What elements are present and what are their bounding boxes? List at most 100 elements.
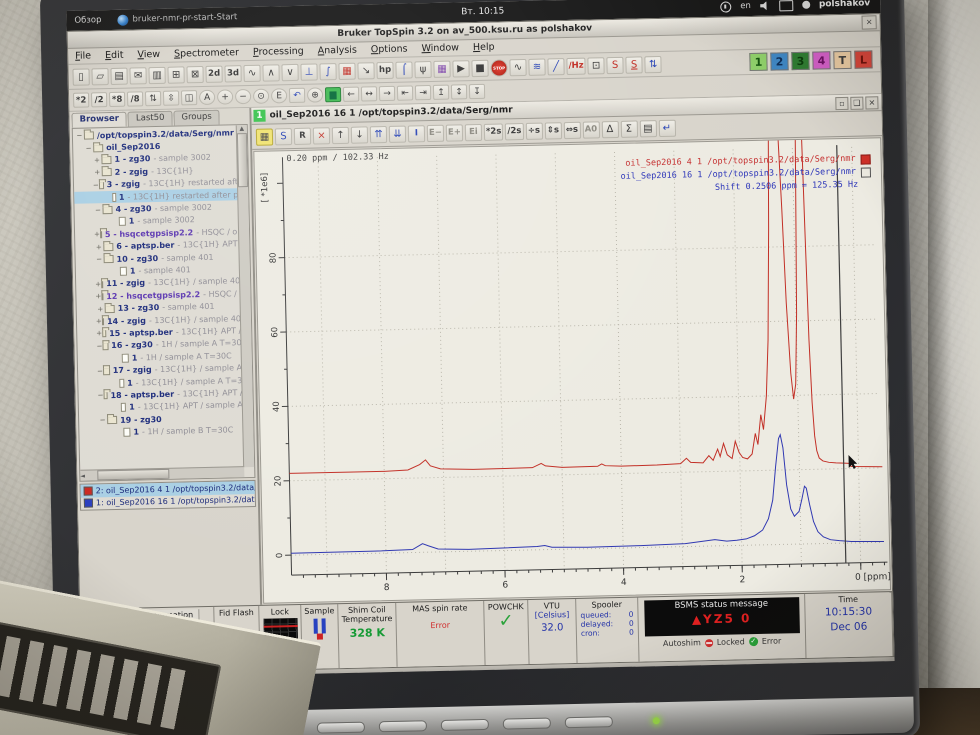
diagonal-arrow-icon[interactable]: ↘ xyxy=(357,62,374,79)
return-key-icon[interactable]: ↵ xyxy=(658,119,675,136)
spooler-panel[interactable]: Spooler queued:0 delayed:0 xyxy=(576,598,639,663)
undo-icon[interactable]: ↶ xyxy=(289,88,305,103)
zoom-region-icon[interactable]: ⊕ xyxy=(307,87,323,102)
dataset-row[interactable]: 1: oil_Sep2016 16 1 /opt/topspin3.2/data… xyxy=(81,493,255,509)
monitor-plus-button[interactable] xyxy=(502,717,550,729)
menu-item[interactable]: File xyxy=(68,50,98,62)
fit-height-icon[interactable]: ↕ xyxy=(451,84,467,99)
scale-times2s-button[interactable]: *2s xyxy=(484,123,504,140)
menu-item[interactable]: Spectrometer xyxy=(167,47,246,60)
vtu-panel[interactable]: VTU [Celsius] 32.0 xyxy=(528,599,577,664)
powchk-panel[interactable]: POWCHK ✓ xyxy=(484,600,529,665)
fid-icon[interactable]: ∿ xyxy=(243,64,260,81)
shim-coil-panel[interactable]: Shim Coil Temperature 328 K xyxy=(338,603,397,668)
sum-icon[interactable]: Σ xyxy=(620,120,637,137)
spectrum-canvas[interactable]: 86420 [ppm]806040200[ *1e6] xyxy=(254,138,894,614)
horizontal-scrollbar[interactable]: ◄ xyxy=(80,466,244,481)
keyboard-layout-indicator[interactable]: en xyxy=(740,1,751,11)
scrollbar-thumb[interactable] xyxy=(237,133,248,187)
zoom-exact-icon[interactable]: E xyxy=(271,88,287,103)
channel-l-button[interactable]: L xyxy=(854,50,872,68)
username[interactable]: polshakov xyxy=(819,0,871,10)
menu-item[interactable]: Options xyxy=(364,43,415,55)
scale-div8-button[interactable]: /8 xyxy=(127,91,143,106)
scroll-up-icon[interactable]: ▲ xyxy=(239,125,244,132)
expander-icon[interactable]: − xyxy=(93,206,102,214)
menu-item[interactable]: Edit xyxy=(98,50,131,62)
channel-2-button[interactable]: 2 xyxy=(770,52,788,70)
fit-vertical-icon[interactable]: ⇳ xyxy=(163,91,179,106)
tree-item[interactable]: 1 - 1H / sample B T=30C xyxy=(79,424,243,440)
acquire-play-button[interactable]: ▶ xyxy=(452,60,469,77)
volume-icon[interactable] xyxy=(760,1,770,10)
integrate-icon[interactable]: ⌠ xyxy=(395,61,412,78)
step-function-icon[interactable]: ∫ xyxy=(319,63,336,80)
return-button[interactable]: R xyxy=(294,127,311,144)
peak-calibrate-icon[interactable]: ∧ xyxy=(262,64,279,81)
3d-mode-button[interactable]: 3d xyxy=(224,65,241,82)
separate-scale-icon[interactable]: S xyxy=(275,128,292,145)
legend-marker-red[interactable] xyxy=(861,154,871,164)
full-spectrum-icon[interactable]: ▆ xyxy=(325,87,341,102)
expand-plus-button[interactable]: E+ xyxy=(446,124,463,141)
zoom-reset-icon[interactable]: ⊙ xyxy=(253,89,269,104)
go-start-icon[interactable]: ⇤ xyxy=(397,85,413,100)
channel-4-button[interactable]: 4 xyxy=(812,51,830,69)
tab-browser[interactable]: Browser xyxy=(71,112,127,128)
activities-button[interactable]: Обзор xyxy=(66,15,109,26)
axis-calibrate-icon[interactable]: A0 xyxy=(582,121,599,138)
menu-item[interactable]: Window xyxy=(414,42,466,54)
peak-pick-icon[interactable]: ⊥ xyxy=(300,63,317,80)
expand-info-button[interactable]: Ei xyxy=(465,123,482,140)
monitor-auto-button[interactable] xyxy=(316,721,364,733)
hp-button[interactable]: hp xyxy=(376,61,393,78)
monitor-power-button[interactable] xyxy=(564,716,612,728)
shade-icon[interactable]: ▫ xyxy=(835,96,848,109)
lineshape-icon[interactable]: ∨ xyxy=(281,63,298,80)
phase-pen-icon[interactable]: ╱ xyxy=(547,58,564,75)
new-file-icon[interactable]: ▯ xyxy=(72,68,89,85)
multi-display-icon[interactable]: ▦ xyxy=(256,128,273,145)
save-region-icon[interactable]: ▤ xyxy=(639,120,656,137)
scale-div2s-button[interactable]: /2s xyxy=(505,122,523,139)
spectrum-plot[interactable]: 86420 [ppm]806040200[ *1e6] 0.20 ppm / 1… xyxy=(253,137,891,604)
save-icon[interactable]: ▤ xyxy=(110,67,127,84)
pan-left-icon[interactable]: ← xyxy=(343,87,359,102)
menu-item[interactable]: View xyxy=(130,49,167,61)
monitor-minus-button[interactable] xyxy=(440,718,488,730)
channel-1-button[interactable]: 1 xyxy=(749,53,767,71)
move-up-icon[interactable]: ↑ xyxy=(332,126,349,143)
mas-spin-panel[interactable]: MAS spin rate Error xyxy=(396,601,485,667)
expander-icon[interactable]: − xyxy=(98,416,107,424)
menu-item[interactable]: Help xyxy=(466,41,502,53)
multi-spectra-icon[interactable]: ▦ xyxy=(338,62,355,79)
move-down-icon[interactable]: ↓ xyxy=(351,126,368,143)
grid-icon[interactable]: ▦ xyxy=(433,60,450,77)
scroll-left-icon[interactable]: ◄ xyxy=(80,472,85,479)
channel-t-button[interactable]: T xyxy=(833,51,851,69)
accessibility-icon[interactable] xyxy=(720,1,731,12)
scale-times2-button[interactable]: *2 xyxy=(73,92,89,107)
close-button[interactable]: × xyxy=(861,15,876,29)
open-folder-icon[interactable]: ▱ xyxy=(91,68,108,85)
tab-groups[interactable]: Groups xyxy=(173,110,220,126)
taskbar-app-button[interactable]: bruker-nmr-pr-start-Start xyxy=(109,12,245,26)
legend-marker-blue[interactable] xyxy=(861,167,871,177)
paste-icon[interactable]: ⊠ xyxy=(186,65,203,82)
remove-spectrum-icon[interactable]: × xyxy=(313,127,330,144)
go-end-icon[interactable]: ⇥ xyxy=(415,85,431,100)
expander-icon[interactable]: + xyxy=(93,169,102,177)
pan-right-icon[interactable]: → xyxy=(379,86,395,101)
menu-item[interactable]: Analysis xyxy=(311,44,364,56)
display-icon[interactable] xyxy=(779,0,793,11)
scale-verticals-icon[interactable]: ⇕s xyxy=(544,122,561,139)
align-top-icon[interactable]: ⇈ xyxy=(370,125,387,142)
expander-icon[interactable]: + xyxy=(94,243,103,251)
2d-mode-button[interactable]: 2d xyxy=(205,65,222,82)
scale-times8-button[interactable]: *8 xyxy=(109,92,125,107)
pan-horizontal-icon[interactable]: ↔ xyxy=(361,86,377,101)
expander-icon[interactable]: − xyxy=(95,255,104,263)
maximize-icon[interactable]: ❏ xyxy=(850,96,863,109)
print-icon[interactable]: ▥ xyxy=(148,66,165,83)
tab-last50[interactable]: Last50 xyxy=(128,111,173,127)
